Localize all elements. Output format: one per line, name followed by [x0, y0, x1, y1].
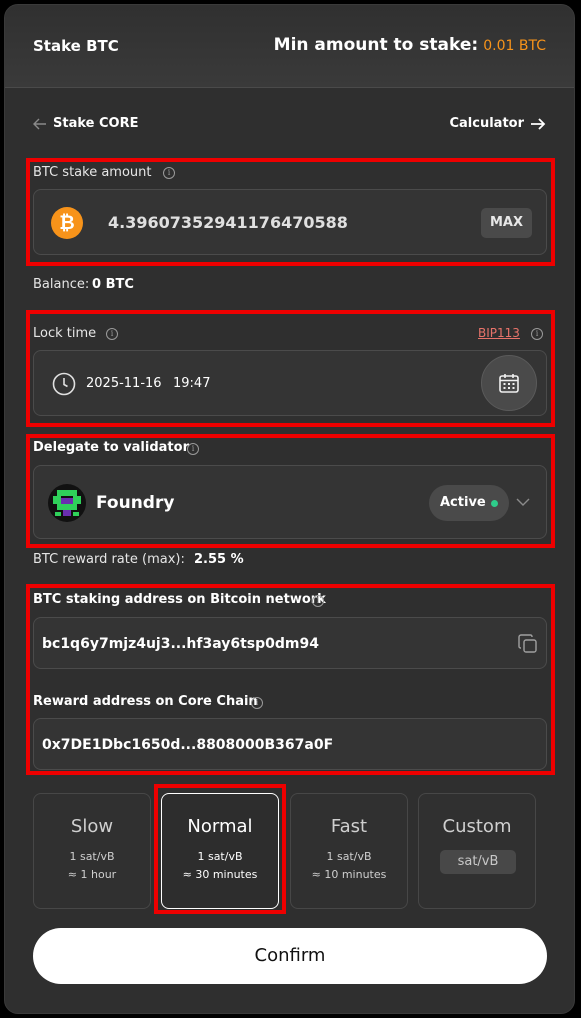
fee-option-normal[interactable]: Normal 1 sat/vB ≈ 30 minutes [161, 793, 279, 909]
min-amount: Min amount to stake: 0.01 BTC [274, 35, 546, 55]
fee-name: Custom [442, 816, 512, 837]
fee-rate: 1 sat/vB [197, 850, 243, 863]
clock-icon [52, 372, 76, 396]
fee-option-slow[interactable]: Slow 1 sat/vB ≈ 1 hour [33, 793, 151, 909]
balance-label: Balance: [33, 277, 90, 292]
validator-label: Delegate to validator [33, 440, 189, 455]
min-amount-value: 0.01 BTC [483, 38, 546, 54]
bitcoin-icon: ₿ [51, 207, 83, 239]
reward-rate-label: BTC reward rate (max): [33, 552, 185, 567]
status-badge: Active [429, 485, 509, 521]
custom-fee-input[interactable]: sat/vB [440, 850, 516, 874]
info-icon[interactable]: i [531, 328, 543, 340]
fee-rate: 1 sat/vB [69, 850, 115, 863]
staking-address-label: BTC staking address on Bitcoin network [33, 592, 326, 607]
copy-icon[interactable] [517, 633, 539, 655]
validator-select[interactable]: Foundry Active [33, 465, 547, 539]
foundry-logo-icon [48, 484, 86, 522]
info-icon[interactable]: i [312, 595, 324, 607]
fee-name: Fast [330, 816, 368, 837]
min-amount-label: Min amount to stake: [273, 35, 479, 55]
max-button[interactable]: MAX [481, 208, 532, 238]
calculator-link[interactable]: Calculator [449, 116, 546, 131]
fee-name: Slow [70, 816, 114, 837]
back-to-stake-core-link[interactable]: Stake CORE [33, 116, 138, 131]
lock-time-value: 19:47 [173, 376, 211, 391]
fee-eta: ≈ 1 hour [67, 868, 117, 881]
arrow-left-icon [33, 118, 46, 129]
lock-date: 2025-11-16 [86, 376, 162, 391]
lock-time-label: Lock time [33, 326, 97, 341]
reward-address-field[interactable]: 0x7DE1Dbc1650d...8808000B367a0F [33, 718, 547, 770]
header-bar: Stake BTC Min amount to stake: 0.01 BTC [5, 5, 574, 88]
bip113-link[interactable]: BIP113 [478, 326, 520, 340]
status-badge-label: Active [440, 495, 486, 510]
staking-address-value: bc1q6y7mjz4uj3...hf3ay6tsp0dm94 [42, 636, 319, 652]
status-dot [491, 500, 498, 507]
reward-address-label: Reward address on Core Chain [33, 694, 258, 709]
page-title: Stake BTC [33, 37, 119, 55]
confirm-button[interactable]: Confirm [33, 928, 547, 984]
lock-time-field[interactable]: 2025-11-16 19:47 [33, 350, 547, 416]
stake-btc-panel: Stake BTC Min amount to stake: 0.01 BTC … [4, 4, 575, 1014]
info-icon[interactable]: i [163, 167, 175, 179]
info-icon[interactable]: i [251, 697, 263, 709]
back-link-label: Stake CORE [53, 116, 139, 131]
reward-address-value[interactable]: 0x7DE1Dbc1650d...8808000B367a0F [42, 737, 333, 753]
stake-amount-label: BTC stake amount [33, 165, 152, 180]
staking-address-field: bc1q6y7mjz4uj3...hf3ay6tsp0dm94 [33, 617, 547, 669]
fee-eta: ≈ 10 minutes [311, 868, 387, 881]
stake-amount-input[interactable]: 4.39607352941176470588 [108, 213, 348, 232]
info-icon[interactable]: i [106, 328, 118, 340]
stake-amount-field[interactable]: ₿ 4.39607352941176470588 MAX [33, 189, 547, 255]
reward-rate-value: 2.55 % [194, 552, 244, 567]
fee-rate: 1 sat/vB [326, 850, 372, 863]
chevron-down-icon [516, 498, 530, 506]
fee-option-fast[interactable]: Fast 1 sat/vB ≈ 10 minutes [290, 793, 408, 909]
balance-value: 0 BTC [92, 277, 134, 292]
fee-option-custom[interactable]: Custom sat/vB [418, 793, 536, 909]
fee-name: Normal [187, 816, 253, 837]
calendar-button[interactable] [481, 355, 537, 411]
calculator-label: Calculator [449, 116, 524, 131]
validator-name: Foundry [96, 493, 175, 513]
arrow-right-icon [531, 117, 546, 130]
info-icon[interactable]: i [187, 443, 199, 455]
fee-eta: ≈ 30 minutes [182, 868, 258, 881]
calendar-icon [499, 374, 519, 393]
